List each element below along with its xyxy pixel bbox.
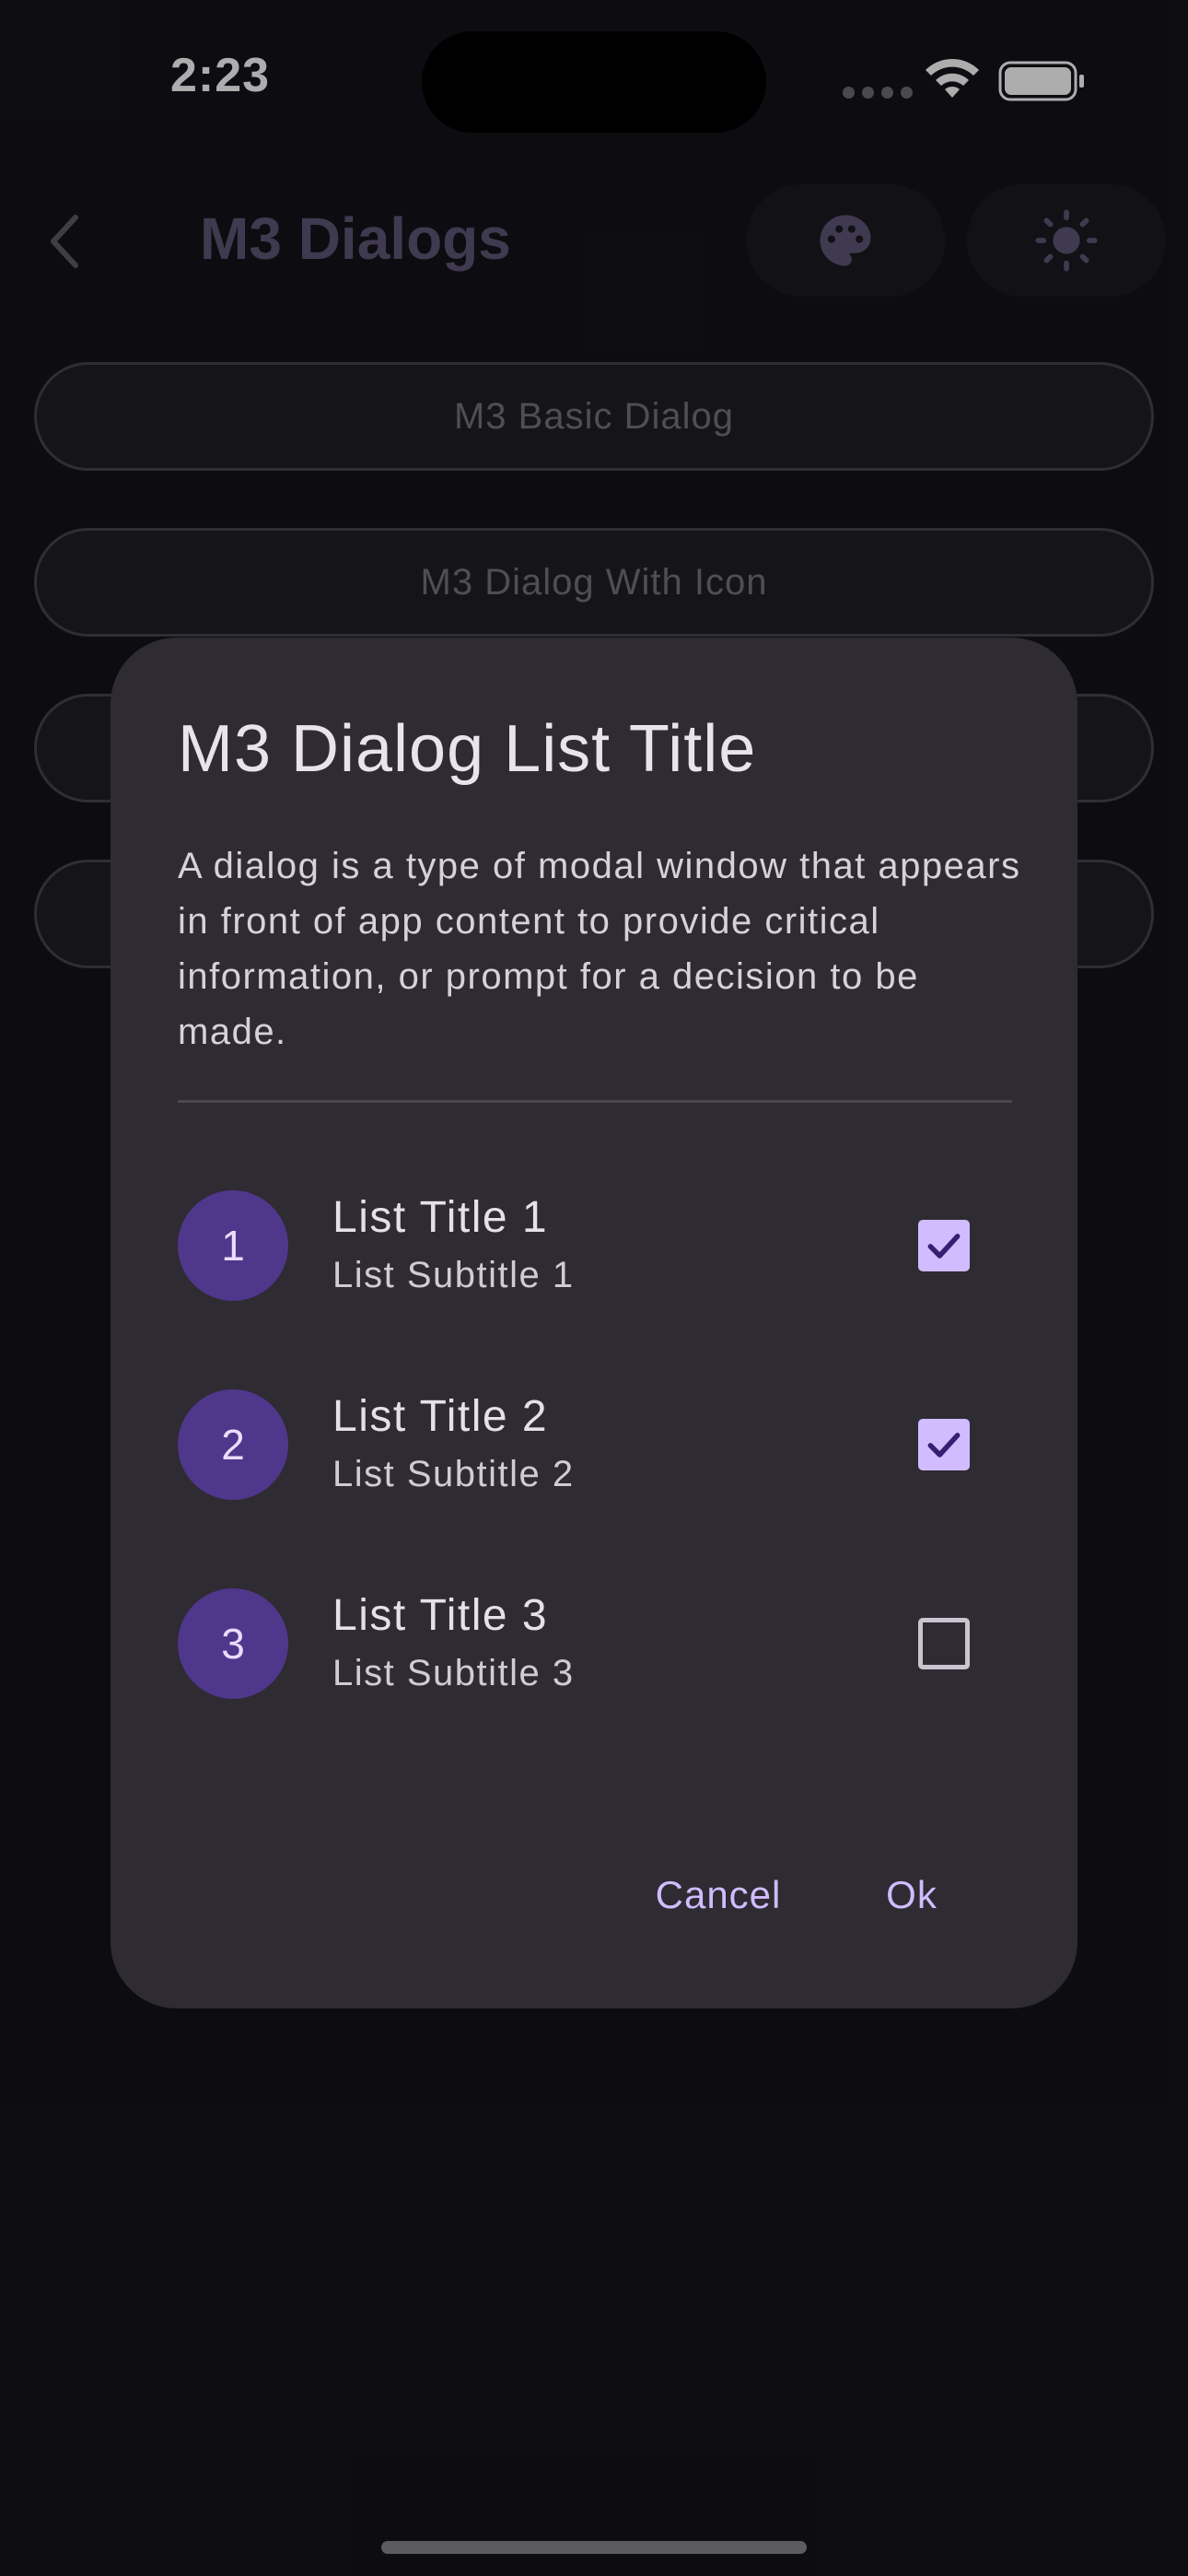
list-avatar: 2: [178, 1389, 288, 1500]
list-item-checkbox[interactable]: [918, 1618, 970, 1669]
list-avatar: 3: [178, 1588, 288, 1699]
list-item-title: List Title 3: [332, 1591, 549, 1640]
list-item-1[interactable]: 1 List Title 1 List Subtitle 1: [178, 1181, 1012, 1310]
list-item-2[interactable]: 2 List Title 2 List Subtitle 2: [178, 1380, 1012, 1509]
list-item-subtitle: List Subtitle 3: [332, 1653, 575, 1693]
list-dialog: M3 Dialog List Title A dialog is a type …: [111, 638, 1077, 2008]
list-item-title: List Title 1: [332, 1193, 549, 1242]
ok-button[interactable]: Ok: [847, 1854, 976, 1937]
dialog-body: A dialog is a type of modal window that …: [178, 846, 1021, 1052]
cancel-button[interactable]: Cancel: [626, 1854, 810, 1937]
list-item-3[interactable]: 3 List Title 3 List Subtitle 3: [178, 1579, 1012, 1708]
list-item-checkbox[interactable]: [918, 1220, 970, 1271]
divider: [178, 1100, 1012, 1103]
list-item-checkbox[interactable]: [918, 1419, 970, 1470]
home-indicator[interactable]: [381, 2541, 807, 2554]
check-icon: [927, 1234, 961, 1259]
dialog-title: M3 Dialog List Title: [178, 712, 757, 786]
list-item-title: List Title 2: [332, 1392, 549, 1441]
list-avatar: 1: [178, 1190, 288, 1301]
screen: 2:23 M3 Dialogs M3 Basic Dialog M3 Dialo…: [0, 0, 1188, 2576]
list-item-subtitle: List Subtitle 1: [332, 1255, 575, 1295]
list-item-subtitle: List Subtitle 2: [332, 1454, 575, 1494]
check-icon: [927, 1433, 961, 1458]
